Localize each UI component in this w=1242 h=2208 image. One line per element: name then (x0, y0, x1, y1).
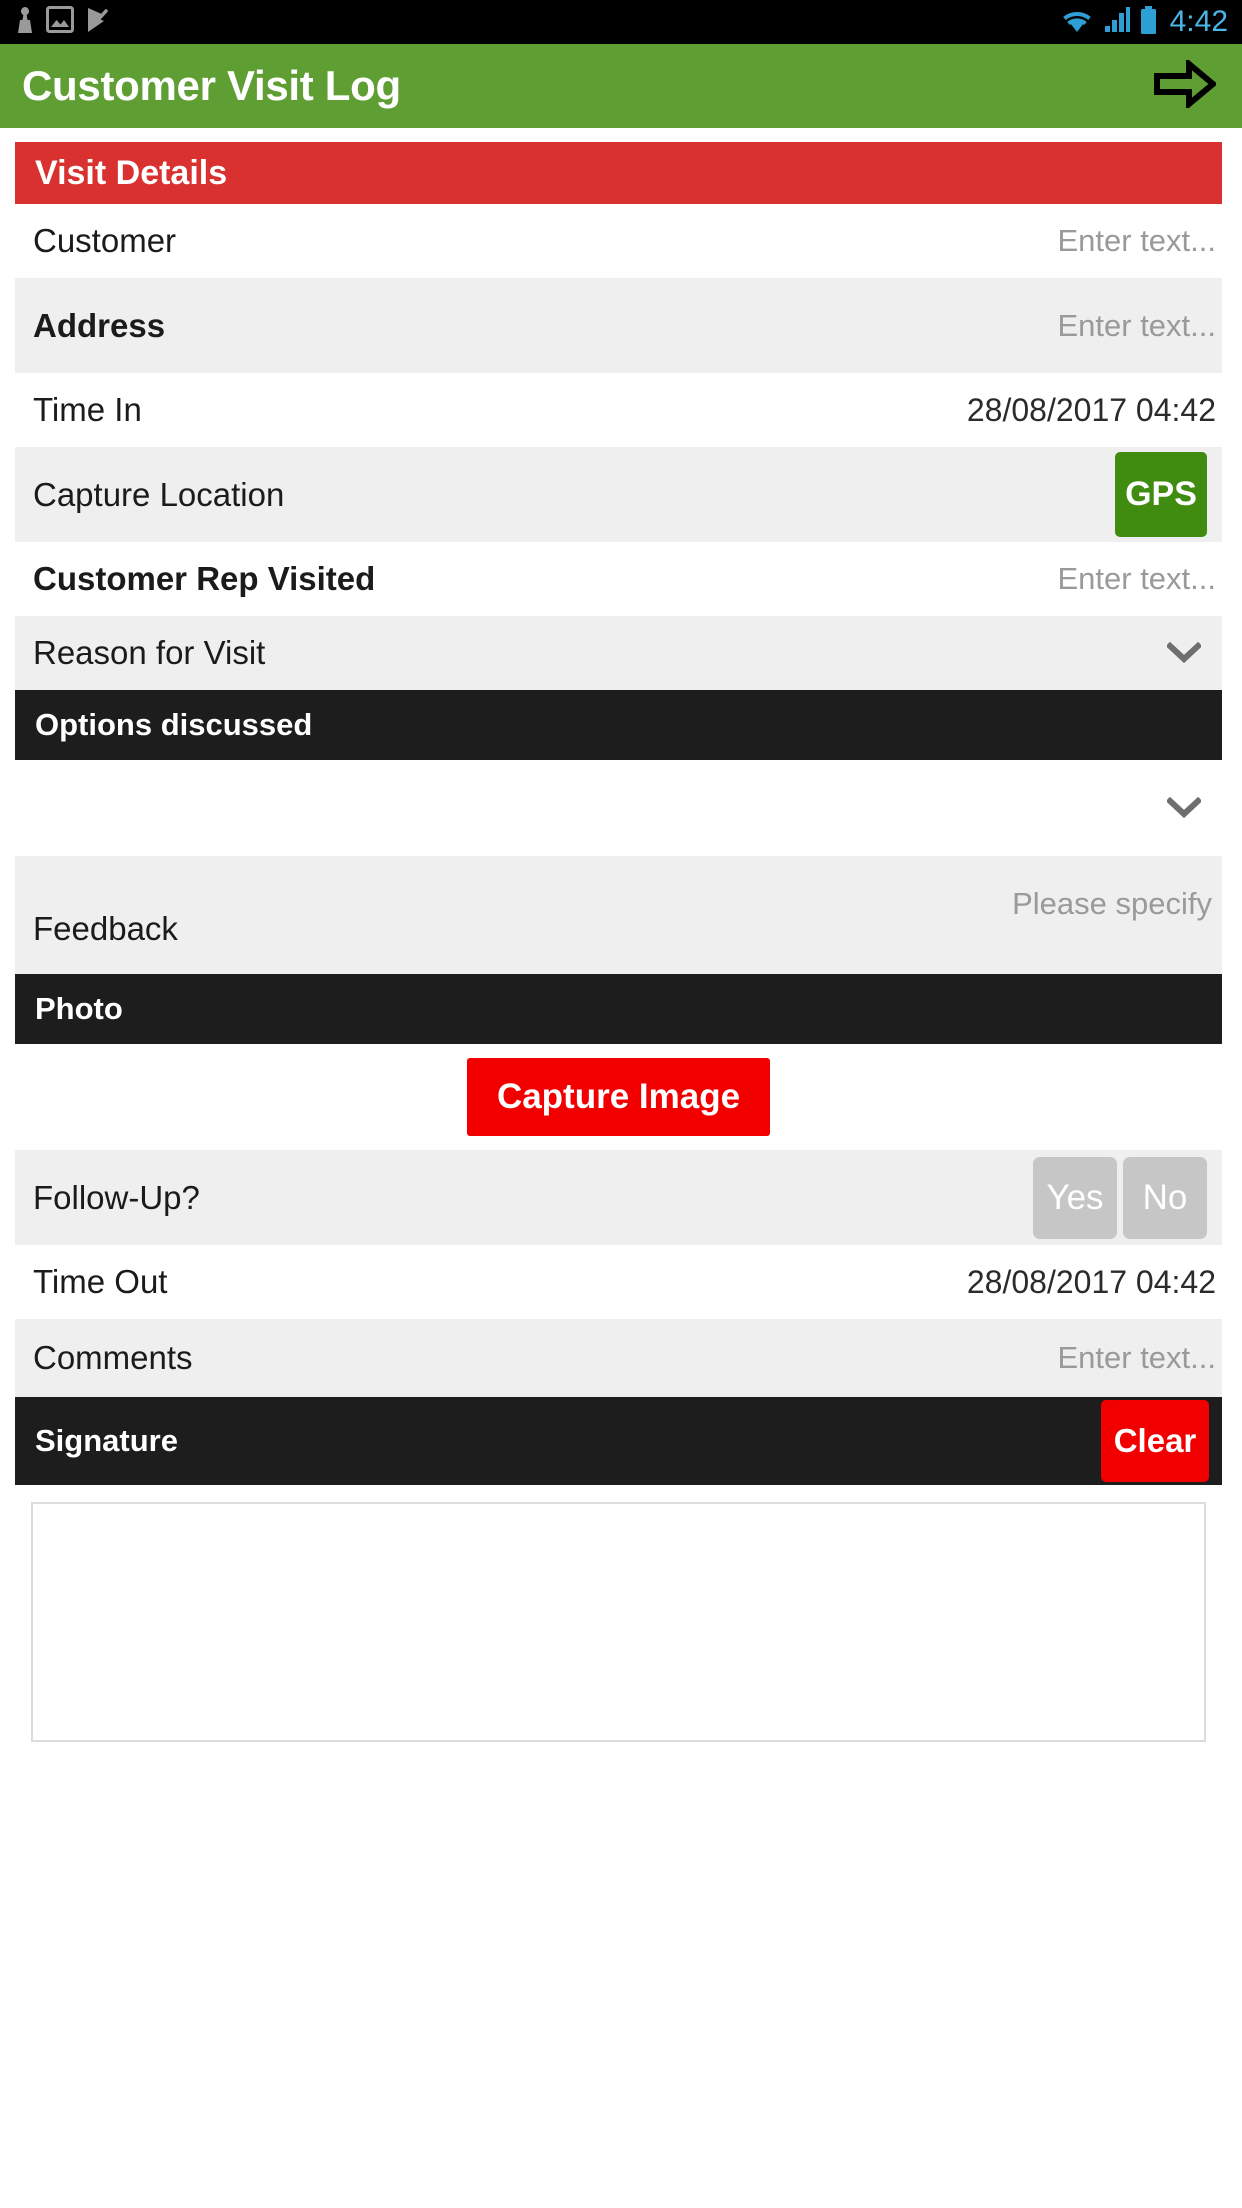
field-label-customer-rep-visited: Customer Rep Visited (33, 560, 376, 597)
page-title: Customer Visit Log (22, 62, 401, 109)
field-input-comments[interactable]: Enter text... (1057, 1340, 1216, 1376)
chevron-down-icon[interactable] (1164, 788, 1204, 828)
field-input-address[interactable]: Enter text... (1057, 308, 1216, 344)
field-value-time-out[interactable]: 28/08/2017 04:42 (967, 1264, 1216, 1301)
field-input-customer-rep-visited[interactable]: Enter text... (1057, 561, 1216, 597)
status-bar-right-icons: 4:42 (1060, 5, 1228, 39)
signal-icon (1103, 6, 1131, 39)
follow-up-no-button[interactable]: No (1123, 1156, 1207, 1239)
follow-up-toggle-group: Yes No (1033, 1156, 1207, 1239)
checkmark-flag-icon (86, 6, 110, 39)
field-label-follow-up: Follow-Up? (33, 1178, 200, 1216)
battery-icon (1140, 5, 1157, 39)
field-label-capture-location: Capture Location (33, 475, 285, 513)
wifi-icon (1060, 6, 1094, 39)
field-row-follow-up: Follow-Up? Yes No (15, 1150, 1222, 1245)
field-row-comments[interactable]: Comments Enter text... (15, 1319, 1222, 1397)
image-icon (46, 6, 74, 38)
signature-area (15, 1485, 1222, 1742)
field-row-customer-rep-visited[interactable]: Customer Rep Visited Enter text... (15, 542, 1222, 616)
field-label-customer: Customer (33, 222, 177, 259)
field-input-feedback[interactable]: Please specify (1012, 886, 1212, 922)
field-row-customer[interactable]: Customer Enter text... (15, 204, 1222, 278)
field-row-reason-for-visit[interactable]: Reason for Visit (15, 616, 1222, 690)
field-row-time-out[interactable]: Time Out 28/08/2017 04:42 (15, 1245, 1222, 1319)
section-header-options-discussed: Options discussed (15, 690, 1222, 760)
person-icon (16, 6, 34, 39)
field-value-time-in[interactable]: 28/08/2017 04:42 (967, 392, 1216, 429)
field-label-time-out: Time Out (33, 1263, 168, 1300)
field-row-options-dropdown[interactable] (15, 760, 1222, 856)
field-label-address: Address (33, 306, 166, 344)
follow-up-yes-button[interactable]: Yes (1033, 1156, 1117, 1239)
section-header-photo: Photo (15, 974, 1222, 1044)
status-bar-left-icons (16, 6, 110, 39)
gps-button[interactable]: GPS (1115, 452, 1207, 537)
section-header-signature: Signature Clear (15, 1397, 1222, 1485)
field-row-capture-location: Capture Location GPS (15, 447, 1222, 542)
section-title-signature: Signature (35, 1423, 178, 1458)
section-title-photo: Photo (35, 991, 123, 1026)
section-header-visit-details: Visit Details (15, 142, 1222, 204)
status-bar: 4:42 (0, 0, 1242, 44)
field-row-feedback[interactable]: Feedback Please specify (15, 856, 1222, 974)
chevron-down-icon[interactable] (1164, 633, 1204, 673)
field-label-feedback: Feedback (33, 910, 178, 947)
field-label-comments: Comments (33, 1339, 193, 1376)
field-row-address[interactable]: Address Enter text... (15, 278, 1222, 373)
arrow-right-icon[interactable] (1154, 57, 1218, 113)
field-label-time-in: Time In (33, 391, 142, 428)
status-bar-clock: 4:42 (1169, 5, 1228, 38)
field-label-reason-for-visit: Reason for Visit (33, 634, 266, 671)
field-input-customer[interactable]: Enter text... (1057, 223, 1216, 259)
signature-canvas[interactable] (31, 1502, 1206, 1742)
field-row-time-in[interactable]: Time In 28/08/2017 04:42 (15, 373, 1222, 447)
capture-image-button[interactable]: Capture Image (466, 1058, 771, 1136)
app-bar: Customer Visit Log (0, 44, 1242, 128)
capture-image-row: Capture Image (15, 1044, 1222, 1150)
section-title-visit-details: Visit Details (35, 153, 228, 192)
signature-clear-button[interactable]: Clear (1101, 1400, 1209, 1482)
section-title-options-discussed: Options discussed (35, 707, 313, 742)
